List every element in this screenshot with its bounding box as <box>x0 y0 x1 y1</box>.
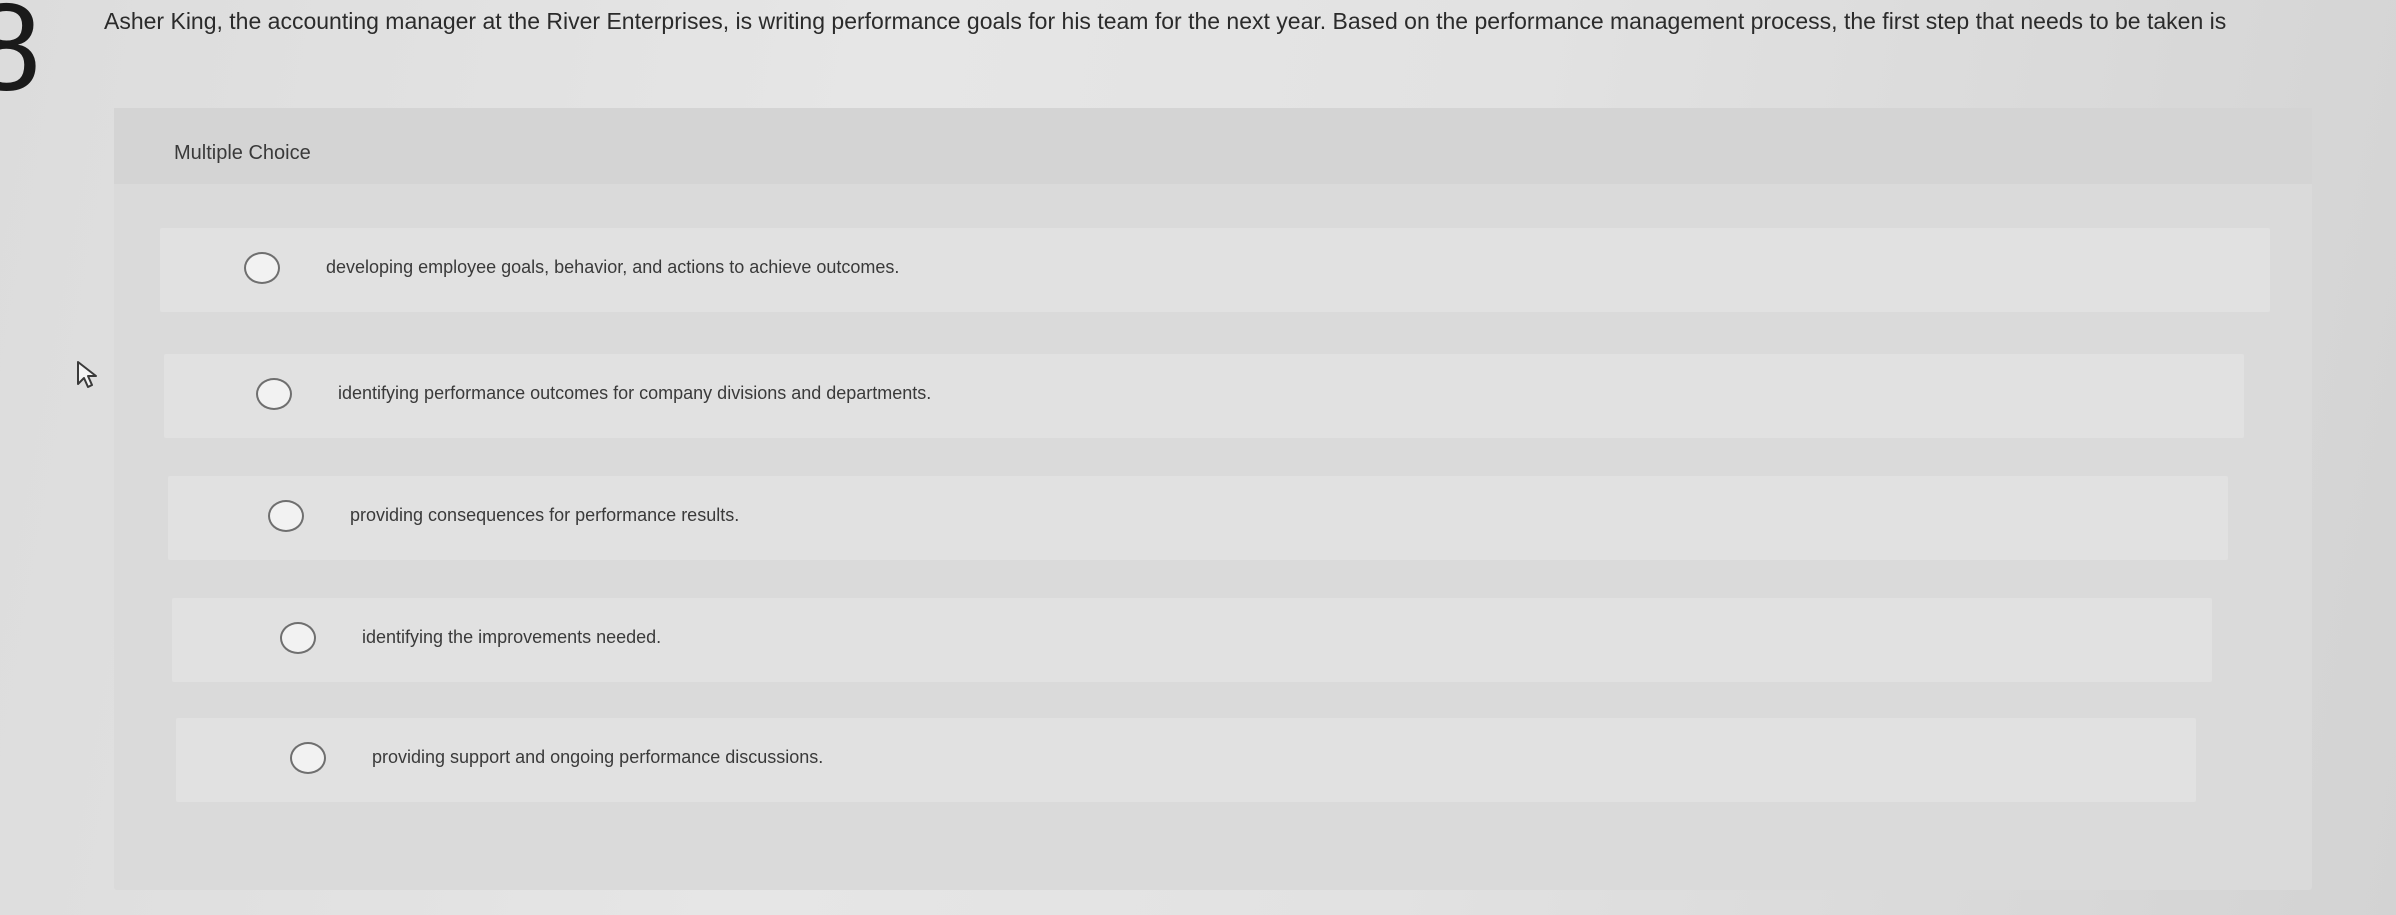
radio-button[interactable] <box>256 378 292 410</box>
answer-option-label: providing consequences for performance r… <box>350 505 740 525</box>
panel-header: Multiple Choice <box>114 108 2312 184</box>
answer-option-1[interactable]: developing employee goals, behavior, and… <box>160 228 2270 312</box>
question-type-label: Multiple Choice <box>174 142 311 164</box>
answer-panel: Multiple Choice developing employee goal… <box>114 108 2312 890</box>
question-number: 8 <box>0 0 41 117</box>
answer-option-2[interactable]: identifying performance outcomes for com… <box>164 354 2244 438</box>
mouse-pointer-icon <box>77 361 97 388</box>
radio-button[interactable] <box>280 622 316 654</box>
answer-option-label: providing support and ongoing performanc… <box>372 747 824 767</box>
answer-option-4[interactable]: identifying the improvements needed. <box>172 598 2212 682</box>
answer-option-5[interactable]: providing support and ongoing performanc… <box>176 718 2196 802</box>
radio-button[interactable] <box>290 742 326 774</box>
answer-option-label: developing employee goals, behavior, and… <box>326 257 900 277</box>
radio-button[interactable] <box>268 500 304 532</box>
answer-option-3[interactable]: providing consequences for performance r… <box>168 476 2228 560</box>
radio-button[interactable] <box>244 252 280 284</box>
question-text: Asher King, the accounting manager at th… <box>104 8 2227 34</box>
answer-option-label: identifying performance outcomes for com… <box>338 383 932 403</box>
answer-option-label: identifying the improvements needed. <box>362 627 662 647</box>
